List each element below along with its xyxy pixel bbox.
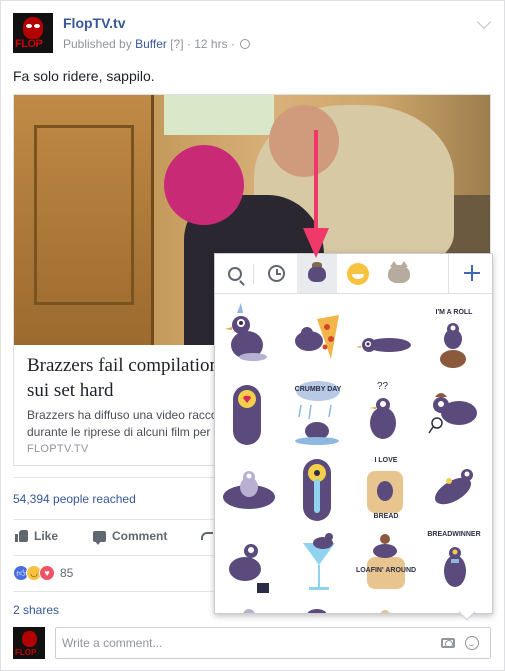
search-icon: [228, 266, 242, 281]
page-avatar[interactable]: FLOP: [13, 13, 53, 53]
pigeon-pack-icon: [308, 261, 326, 282]
preview-description-line1: Brazzers ha diffuso una video racco: [27, 408, 217, 422]
post-text: Fa solo ridere, sappilo.: [13, 68, 155, 84]
comment-label: Comment: [112, 529, 168, 543]
reactions-summary[interactable]: 👍︎ ◡ ♥ 85: [13, 565, 73, 581]
pigeon-sticker[interactable]: [219, 301, 281, 373]
commenter-avatar: FLOP: [13, 627, 45, 659]
sticker-caption: BREADWINNER: [427, 531, 481, 538]
love-reaction-icon: ♥: [39, 565, 55, 581]
shares-count[interactable]: 2 shares: [13, 603, 59, 617]
pigeon-briefcase-sticker[interactable]: [219, 529, 281, 601]
pigeon-sticker-partial[interactable]: [287, 605, 349, 613]
pigeon-im-a-roll-sticker[interactable]: I'M A ROLL: [423, 301, 485, 373]
pigeon-magnifier-sticker[interactable]: [423, 377, 485, 449]
post-meta: Published by Buffer [?] · 12 hrs ·: [63, 37, 251, 51]
add-plus-icon[interactable]: [462, 263, 482, 283]
pigeon-confused-sticker[interactable]: ??: [355, 377, 417, 449]
pigeon-i-love-bread-sticker[interactable]: I LOVE BREAD: [355, 453, 417, 525]
like-label: Like: [34, 529, 59, 543]
post-time[interactable]: · 12 hrs ·: [187, 37, 235, 51]
publisher-link[interactable]: Buffer: [135, 37, 167, 51]
thumbs-up-icon: [15, 530, 28, 542]
comment-bubble-icon: [93, 530, 106, 545]
sticker-caption: CRUMBY DAY: [294, 386, 342, 393]
divider: [253, 264, 254, 284]
sticker-grid: I'M A ROLL CRUMBY DAY ?? I LOVE BREAD LO…: [215, 295, 492, 613]
sticker-caption: LOAFIN' AROUND: [355, 567, 417, 574]
camera-icon[interactable]: [441, 638, 455, 648]
divider: [448, 254, 449, 293]
pigeon-loafin-around-sticker[interactable]: LOAFIN' AROUND: [355, 529, 417, 601]
sticker-search-tab[interactable]: [215, 254, 255, 293]
preview-description: Brazzers ha diffuso una video racco dura…: [27, 407, 217, 441]
preview-title-line1: Brazzers fail compilation: [27, 355, 220, 376]
avatar-logo-text: FLOP: [15, 648, 37, 657]
preview-domain: FLOPTV.TV: [27, 443, 89, 455]
person-hair-shape: [164, 145, 244, 225]
sticker-smiley-icon[interactable]: [465, 636, 479, 650]
pigeon-lying-sticker[interactable]: [355, 301, 417, 373]
pigeon-pizza-sticker[interactable]: [287, 301, 349, 373]
sticker-tabs: [215, 254, 492, 294]
like-button[interactable]: Like: [15, 529, 58, 543]
pigeon-heart-eye-sticker[interactable]: [219, 377, 281, 449]
sticker-caption: I'M A ROLL: [435, 309, 473, 316]
published-by-label: Published by: [63, 37, 132, 51]
chevron-down-icon[interactable]: [476, 14, 492, 30]
pigeon-sticker-partial[interactable]: [355, 605, 417, 613]
sticker-cat-tab[interactable]: [379, 254, 419, 293]
sticker-picker: I'M A ROLL CRUMBY DAY ?? I LOVE BREAD LO…: [214, 253, 493, 614]
pigeon-crumby-day-sticker[interactable]: CRUMBY DAY: [287, 377, 349, 449]
svg-text:??: ??: [377, 381, 389, 392]
window-shape: [164, 95, 274, 135]
pigeon-hug-sticker[interactable]: [219, 453, 281, 525]
post-header: FLOP FlopTV.tv Published by Buffer [?] ·…: [13, 13, 493, 55]
preview-title[interactable]: Brazzers fail compilation sui set hard: [27, 353, 220, 403]
info-marker[interactable]: [?]: [170, 37, 183, 51]
logo-face-icon: [23, 17, 43, 39]
sticker-caption: I LOVE: [374, 457, 398, 464]
sticker-emoji-tab[interactable]: [338, 254, 378, 293]
preview-title-line2: sui set hard: [27, 380, 114, 401]
clock-icon: [267, 265, 285, 282]
grin-emoji-icon: [347, 262, 369, 285]
comment-composer: FLOP: [13, 627, 493, 661]
page-name-link[interactable]: FlopTV.tv: [63, 15, 126, 31]
comment-input[interactable]: [55, 627, 491, 659]
pigeon-crying-sticker[interactable]: [287, 453, 349, 525]
cabinet-door-shape: [34, 125, 134, 305]
logo-face-icon: [22, 631, 37, 647]
pigeon-cocktail-sticker[interactable]: [287, 529, 349, 601]
reaction-count: 85: [60, 566, 74, 580]
preview-description-line2: durante le riprese di alcuni film per a: [27, 425, 217, 439]
pigeon-flying-sticker[interactable]: [423, 453, 485, 525]
avatar-logo-text: FLOP: [15, 38, 43, 50]
sticker-caption: BREAD: [373, 513, 399, 520]
annotation-arrow-icon: [303, 130, 329, 258]
comment-button[interactable]: Comment: [93, 529, 168, 545]
share-arrow-icon: [201, 529, 215, 540]
sticker-recent-tab[interactable]: [256, 254, 296, 293]
reach-count[interactable]: 54,394 people reached: [13, 492, 136, 506]
globe-icon: [240, 39, 251, 49]
cat-pack-icon: [388, 260, 410, 283]
share-button[interactable]: [201, 529, 215, 540]
pigeon-sticker-partial[interactable]: [219, 605, 281, 613]
pigeon-breadwinner-sticker[interactable]: BREADWINNER: [423, 529, 485, 601]
